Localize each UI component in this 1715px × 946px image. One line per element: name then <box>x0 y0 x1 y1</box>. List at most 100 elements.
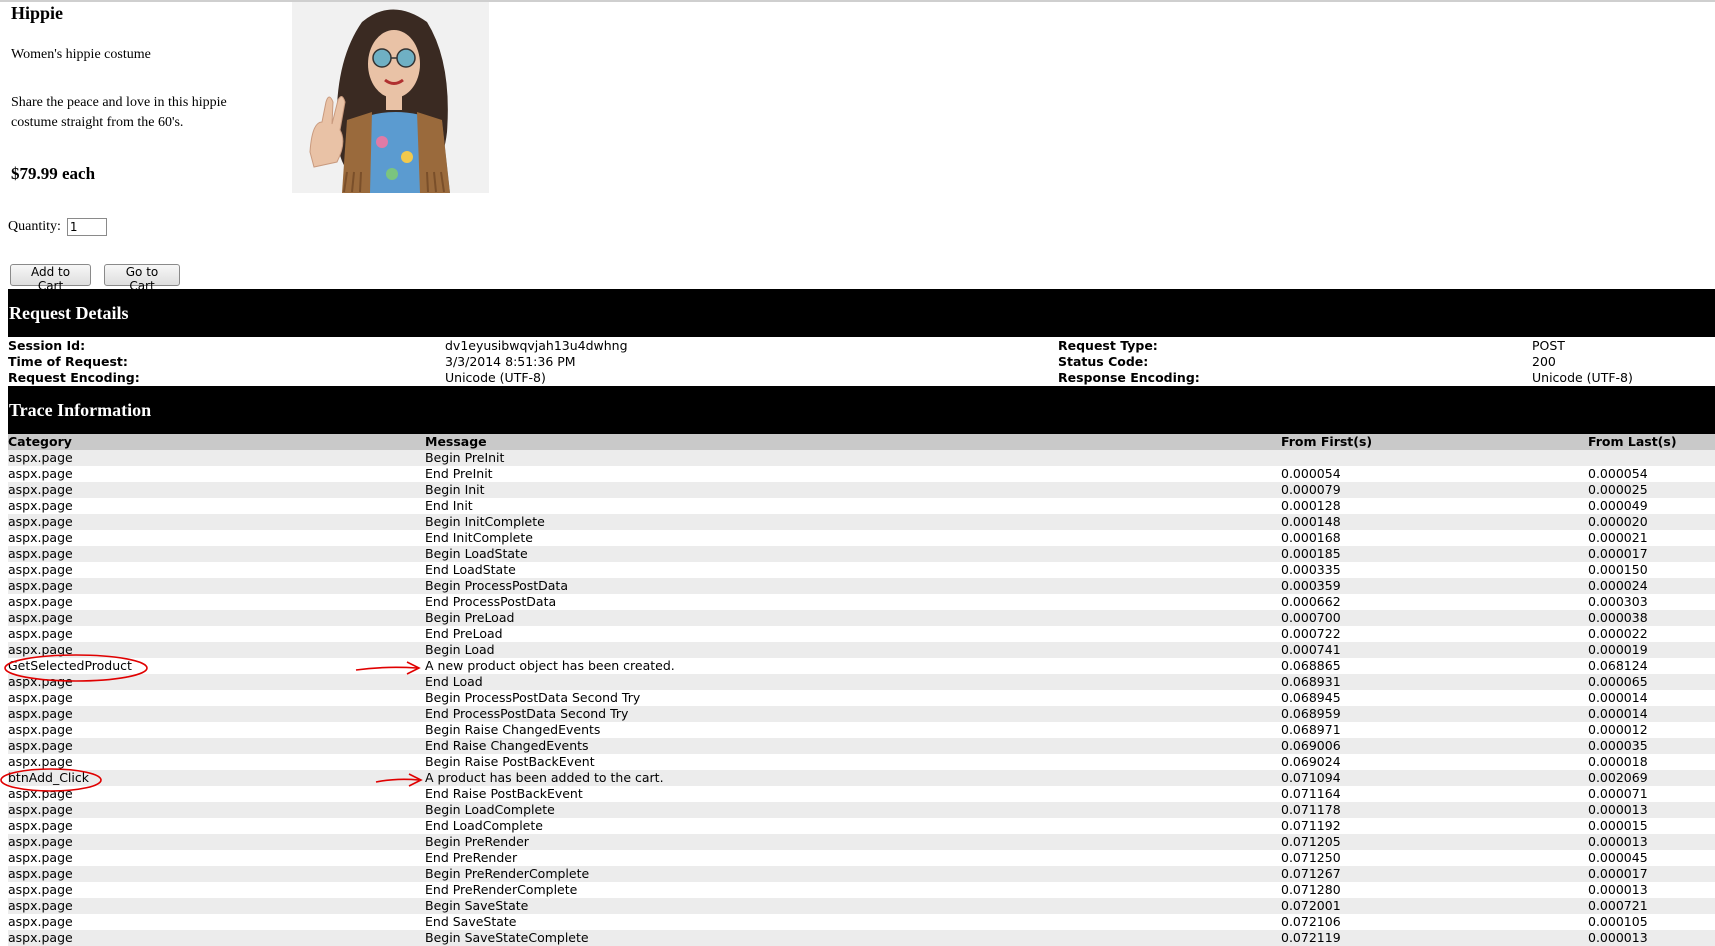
add-to-cart-button[interactable]: Add to Cart <box>10 264 91 293</box>
trace-message-cell: End SaveState <box>425 914 517 929</box>
trace-from-last-cell: 0.000022 <box>1588 626 1648 641</box>
trace-message-cell: A product has been added to the cart. <box>425 770 664 785</box>
response-encoding-value: Unicode (UTF-8) <box>1532 370 1633 385</box>
trace-row: aspx.page End LoadComplete 0.071192 0.00001… <box>8 818 1715 834</box>
trace-from-last-cell: 0.000045 <box>1588 850 1648 865</box>
trace-row: GetSelectedProduct A new product object h… <box>8 658 1715 674</box>
trace-category-cell: aspx.page <box>8 898 73 913</box>
trace-message-cell: Begin LoadComplete <box>425 802 555 817</box>
trace-category-cell: aspx.page <box>8 482 73 497</box>
trace-message-cell: End Raise PostBackEvent <box>425 786 583 801</box>
trace-from-first-cell: 0.000662 <box>1281 594 1341 609</box>
trace-message-cell: A new product object has been created. <box>425 658 675 673</box>
trace-from-last-cell: 0.000071 <box>1588 786 1648 801</box>
trace-category-cell: aspx.page <box>8 834 73 849</box>
column-header-message: Message <box>425 434 487 449</box>
trace-message-cell: Begin ProcessPostData <box>425 578 568 593</box>
trace-category-cell: aspx.page <box>8 882 73 897</box>
trace-message-cell: End ProcessPostData Second Try <box>425 706 629 721</box>
trace-row: aspx.page Begin LoadState 0.000185 0.000017 <box>8 546 1715 562</box>
trace-from-last-cell: 0.000721 <box>1588 898 1648 913</box>
status-code-label: Status Code: <box>1058 354 1149 369</box>
product-short-description: Women's hippie costume <box>11 47 151 62</box>
trace-from-first-cell: 0.000148 <box>1281 514 1341 529</box>
trace-message-cell: End Raise ChangedEvents <box>425 738 589 753</box>
trace-message-cell: Begin Load <box>425 642 495 657</box>
quantity-label: Quantity: <box>8 219 61 234</box>
trace-category-cell: aspx.page <box>8 642 73 657</box>
trace-from-last-cell: 0.000303 <box>1588 594 1648 609</box>
trace-from-last-cell: 0.000015 <box>1588 818 1648 833</box>
session-id-label: Session Id: <box>8 338 86 353</box>
trace-message-cell: End PreRender <box>425 850 518 865</box>
product-long-description: Share the peace and love in this hippie … <box>11 95 227 130</box>
time-of-request-label: Time of Request: <box>8 354 128 369</box>
trace-category-cell: btnAdd_Click <box>8 770 89 785</box>
trace-from-first-cell: 0.071250 <box>1281 850 1341 865</box>
quantity-input[interactable] <box>66 218 107 236</box>
trace-category-cell: aspx.page <box>8 818 73 833</box>
trace-row: aspx.page End PreRender 0.071250 0.000045 <box>8 850 1715 866</box>
quantity-row: Quantity: <box>8 218 107 236</box>
trace-from-first-cell: 0.068865 <box>1281 658 1341 673</box>
trace-row: aspx.page End PreInit 0.000054 0.000054 <box>8 466 1715 482</box>
trace-row: aspx.page Begin Load 0.000741 0.000019 <box>8 642 1715 658</box>
trace-category-cell: aspx.page <box>8 594 73 609</box>
trace-from-first-cell: 0.000168 <box>1281 530 1341 545</box>
trace-message-cell: Begin LoadState <box>425 546 528 561</box>
trace-from-first-cell: 0.068971 <box>1281 722 1341 737</box>
trace-from-first-cell: 0.071267 <box>1281 866 1341 881</box>
trace-from-last-cell: 0.000065 <box>1588 674 1648 689</box>
go-to-cart-button[interactable]: Go to Cart <box>104 264 180 293</box>
trace-row: aspx.page Begin PreInit <box>8 450 1715 466</box>
trace-row: aspx.page Begin Init 0.000079 0.000025 <box>8 482 1715 498</box>
trace-message-cell: End ProcessPostData <box>425 594 557 609</box>
trace-information-header: Trace Information <box>8 386 1715 434</box>
trace-from-first-cell: 0.072001 <box>1281 898 1341 913</box>
trace-from-last-cell: 0.000017 <box>1588 546 1648 561</box>
trace-from-last-cell: 0.000024 <box>1588 578 1648 593</box>
trace-from-first-cell: 0.000079 <box>1281 482 1341 497</box>
trace-category-cell: GetSelectedProduct <box>8 658 132 673</box>
trace-from-first-cell: 0.069024 <box>1281 754 1341 769</box>
trace-from-last-cell: 0.000012 <box>1588 722 1648 737</box>
trace-category-cell: aspx.page <box>8 610 73 625</box>
trace-category-cell: aspx.page <box>8 802 73 817</box>
trace-message-cell: Begin SaveState <box>425 898 529 913</box>
trace-information-title: Trace Information <box>9 399 152 420</box>
trace-category-cell: aspx.page <box>8 466 73 481</box>
trace-from-last-cell: 0.000020 <box>1588 514 1648 529</box>
trace-message-cell: End Init <box>425 498 473 513</box>
trace-from-last-cell: 0.000054 <box>1588 466 1648 481</box>
trace-category-cell: aspx.page <box>8 578 73 593</box>
trace-category-cell: aspx.page <box>8 706 73 721</box>
trace-message-cell: Begin PreLoad <box>425 610 515 625</box>
request-details-title: Request Details <box>9 302 129 323</box>
trace-from-last-cell: 0.000017 <box>1588 866 1648 881</box>
trace-from-last-cell: 0.000013 <box>1588 882 1648 897</box>
product-panel: Hippie Women's hippie costume Share the … <box>11 2 271 183</box>
trace-row: aspx.page Begin PreRenderComplete 0.071267… <box>8 866 1715 882</box>
request-details-row: Session Id: dv1eyusibwqvjah13u4dwhng Req… <box>8 338 1715 354</box>
column-header-from-last: From Last(s) <box>1588 434 1677 449</box>
request-details-table: Session Id: dv1eyusibwqvjah13u4dwhng Req… <box>8 338 1715 386</box>
product-price: $79.99 each <box>11 164 96 183</box>
request-details-row: Time of Request: 3/3/2014 8:51:36 PM Sta… <box>8 354 1715 370</box>
trace-category-cell: aspx.page <box>8 930 73 945</box>
trace-from-last-cell: 0.000018 <box>1588 754 1648 769</box>
trace-from-last-cell: 0.000049 <box>1588 498 1648 513</box>
trace-category-cell: aspx.page <box>8 722 73 737</box>
trace-message-cell: End Load <box>425 674 483 689</box>
trace-from-first-cell: 0.071178 <box>1281 802 1341 817</box>
trace-from-first-cell: 0.068945 <box>1281 690 1341 705</box>
trace-category-cell: aspx.page <box>8 674 73 689</box>
trace-table-header: Category Message From First(s) From Last… <box>8 434 1715 450</box>
trace-row: aspx.page End PreLoad 0.000722 0.000022 <box>8 626 1715 642</box>
trace-message-cell: Begin Raise PostBackEvent <box>425 754 595 769</box>
trace-message-cell: Begin PreRenderComplete <box>425 866 590 881</box>
trace-message-cell: End PreLoad <box>425 626 503 641</box>
trace-row: aspx.page End Raise PostBackEvent 0.071164… <box>8 786 1715 802</box>
status-code-value: 200 <box>1532 354 1556 369</box>
trace-row: aspx.page End Raise ChangedEvents 0.069006… <box>8 738 1715 754</box>
trace-from-last-cell: 0.000038 <box>1588 610 1648 625</box>
